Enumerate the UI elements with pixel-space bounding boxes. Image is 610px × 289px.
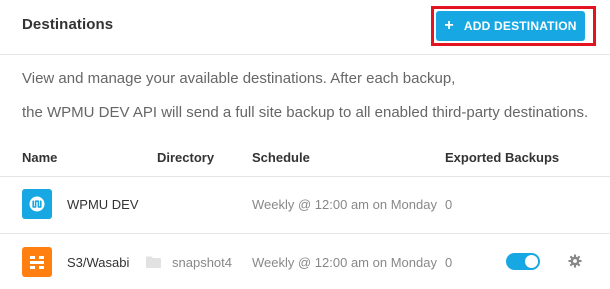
folder-icon	[146, 256, 161, 268]
plus-icon: +	[444, 17, 454, 34]
column-header-directory: Directory	[157, 150, 215, 165]
column-header-schedule: Schedule	[252, 150, 310, 165]
destination-name: WPMU DEV	[67, 197, 139, 212]
destination-name: S3/Wasabi	[67, 255, 130, 270]
description-line-1: View and manage your available destinati…	[22, 70, 456, 87]
destination-directory: snapshot4	[172, 255, 232, 270]
description-line-2: the WPMU DEV API will send a full site b…	[22, 104, 589, 121]
wpmu-dev-logo-icon	[22, 189, 52, 219]
destination-exported-count: 0	[445, 197, 453, 212]
page-title: Destinations	[22, 16, 114, 33]
destination-exported-count: 0	[445, 255, 453, 270]
column-header-exported-backups: Exported Backups	[445, 150, 560, 165]
add-destination-label: ADD DESTINATION	[463, 19, 577, 33]
destination-schedule: Weekly @ 12:00 am on Monday	[252, 197, 437, 212]
destination-enabled-toggle[interactable]	[506, 253, 540, 270]
add-destination-button[interactable]: + ADD DESTINATION	[436, 11, 585, 41]
s3-wasabi-logo-icon	[22, 247, 52, 277]
destination-row-s3-wasabi[interactable]: S3/Wasabi snapshot4 Weekly @ 12:00 am on…	[0, 234, 610, 289]
gear-icon[interactable]	[568, 254, 582, 268]
page-header: Destinations + ADD DESTINATION	[0, 0, 610, 55]
column-header-name: Name	[22, 150, 58, 165]
destination-row-wpmu-dev[interactable]: WPMU DEV Weekly @ 12:00 am on Monday 0	[0, 176, 610, 234]
destination-schedule: Weekly @ 12:00 am on Monday	[252, 255, 437, 270]
toggle-knob	[525, 255, 538, 268]
